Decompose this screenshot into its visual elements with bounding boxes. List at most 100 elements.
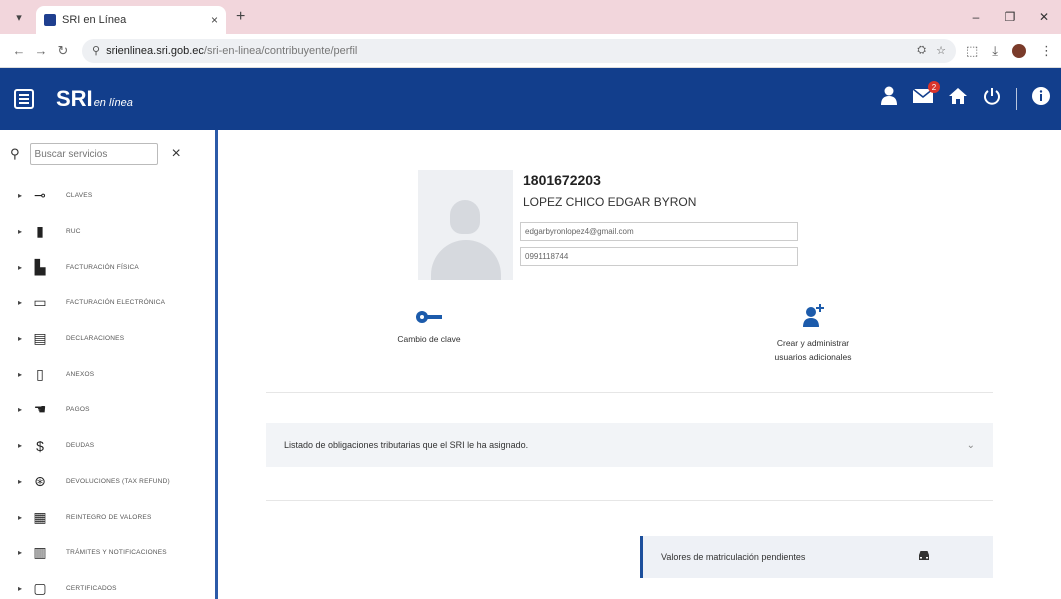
- search-input[interactable]: [29, 143, 158, 165]
- sidebar-item-label: PAGOS: [66, 406, 90, 414]
- caret-right-icon: ▸: [18, 476, 23, 486]
- money-stack-icon: ▦: [33, 508, 47, 525]
- minimize-button[interactable]: –: [959, 0, 993, 34]
- caret-right-icon: ▸: [18, 512, 23, 522]
- caret-right-icon: ▸: [18, 191, 23, 201]
- certificate-icon: ▢: [33, 579, 47, 596]
- sidebar-item-label: CLAVES: [66, 192, 93, 200]
- forward-arrow-icon[interactable]: →: [30, 43, 52, 58]
- printer-icon: ▙: [34, 258, 46, 275]
- profile-photo-placeholder: [418, 170, 513, 280]
- sidebar-search: ⚲ ×: [0, 130, 215, 178]
- add-user-icon: [738, 302, 888, 328]
- key-icon: ⊸: [34, 187, 46, 204]
- extensions-icon[interactable]: ⬚: [966, 43, 978, 59]
- pending-registration-card[interactable]: Valores de matriculación pendientes: [640, 536, 993, 578]
- close-window-button[interactable]: ✕: [1027, 0, 1061, 34]
- bookmark-star-icon[interactable]: ☆: [936, 44, 946, 57]
- back-arrow-icon[interactable]: ←: [8, 43, 30, 58]
- divider: [266, 500, 993, 501]
- sidebar-item[interactable]: ▸ ▭ FACTURACIÓN ELECTRÓNICA: [0, 285, 215, 321]
- document-icon: ▤: [33, 330, 47, 347]
- car-icon: [917, 550, 931, 565]
- new-tab-button[interactable]: +: [236, 8, 245, 26]
- url-path: /sri-en-linea/contribuyente/perfil: [203, 44, 358, 57]
- manage-users-button[interactable]: Crear y administrar usuarios adicionales: [738, 302, 888, 364]
- sri-favicon-icon: [44, 14, 56, 26]
- obligations-accordion[interactable]: Listado de obligaciones tributarias que …: [266, 423, 993, 467]
- sidebar-item-label: FACTURACIÓN FÍSICA: [66, 263, 139, 271]
- sidebar-item[interactable]: ▸ ☚ PAGOS: [0, 392, 215, 428]
- sri-header: SRIen línea 2: [0, 68, 1061, 130]
- info-icon[interactable]: [1031, 86, 1051, 112]
- profile-avatar-icon[interactable]: [1012, 43, 1026, 58]
- ruc-number: 1801672203: [523, 172, 601, 188]
- manage-users-label: Crear y administrar: [776, 338, 850, 348]
- window-controls: – ❐ ✕: [959, 0, 1061, 34]
- caret-right-icon: ▸: [18, 262, 23, 272]
- key-icon: [374, 310, 484, 324]
- taxpayer-name: LOPEZ CHICO EDGAR BYRON: [523, 195, 697, 209]
- change-password-button[interactable]: Cambio de clave: [374, 310, 484, 346]
- sidebar-item[interactable]: ▸ ⊛ DEVOLUCIONES (TAX REFUND): [0, 464, 215, 500]
- power-icon[interactable]: [982, 86, 1002, 112]
- divider: [266, 392, 993, 393]
- maximize-button[interactable]: ❐: [993, 0, 1027, 34]
- sidebar-item[interactable]: ▸ ▯ ANEXOS: [0, 356, 215, 392]
- dollar-icon: $: [36, 437, 44, 454]
- phone-field[interactable]: 0991118744: [520, 247, 798, 266]
- sidebar-item[interactable]: ▸ ▢ CERTIFICADOS: [0, 571, 215, 599]
- sidebar-item-label: RUC: [66, 228, 81, 236]
- mail-icon[interactable]: 2: [912, 81, 940, 111]
- chevron-down-icon[interactable]: ⌄: [967, 440, 975, 451]
- user-icon[interactable]: [880, 86, 898, 112]
- sidebar-item[interactable]: ▸ ▤ DECLARACIONES: [0, 321, 215, 357]
- close-icon[interactable]: ×: [172, 145, 181, 163]
- browser-tab[interactable]: SRI en Línea ×: [36, 6, 226, 34]
- laptop-icon: ▭: [33, 294, 47, 311]
- file-icon: ▯: [36, 365, 44, 382]
- address-bar-row: ← → ↻ ⚲ srienlinea.sri.gob.ec /sri-en-li…: [0, 34, 1061, 68]
- tab-title: SRI en Línea: [62, 14, 127, 26]
- manage-users-label-2: usuarios adicionales: [774, 352, 852, 362]
- obligations-label: Listado de obligaciones tributarias que …: [284, 440, 529, 450]
- url-host: srienlinea.sri.gob.ec: [106, 44, 204, 57]
- notebook-icon: ▥: [33, 544, 47, 561]
- home-icon[interactable]: [948, 87, 968, 111]
- caret-right-icon: ▸: [18, 441, 23, 451]
- building-icon: ▮: [36, 223, 44, 240]
- hamburger-menu-icon[interactable]: [14, 89, 34, 109]
- sidebar-item[interactable]: ▸ ⊸ CLAVES: [0, 178, 215, 214]
- sidebar-item-label: ANEXOS: [66, 370, 95, 378]
- caret-right-icon: ▸: [18, 583, 23, 593]
- download-icon[interactable]: ⤓: [992, 43, 998, 59]
- browser-tab-bar: ▾ SRI en Línea × + – ❐ ✕: [0, 0, 1061, 34]
- caret-right-icon: ▸: [18, 334, 23, 344]
- caret-right-icon: ▸: [18, 227, 23, 237]
- profile-content: 1801672203 LOPEZ CHICO EDGAR BYRON edgar…: [218, 130, 1061, 599]
- site-info-icon[interactable]: ⚲: [92, 44, 100, 57]
- main-area: ⚲ × ▸ ⊸ CLAVES ▸ ▮ RUC ▸ ▙ FACTURACIÓN FÍSICA ▸ ▭ F…: [0, 130, 1061, 599]
- sidebar-item[interactable]: ▸ ▮ RUC: [0, 214, 215, 250]
- sidebar-item-label: REINTEGRO DE VALORES: [66, 513, 152, 521]
- url-input[interactable]: ⚲ srienlinea.sri.gob.ec /sri-en-linea/co…: [82, 38, 956, 63]
- change-password-label: Cambio de clave: [397, 334, 461, 344]
- sidebar-item[interactable]: ▸ ▦ REINTEGRO DE VALORES: [0, 499, 215, 535]
- email-field[interactable]: edgarbyronlopez4@gmail.com: [520, 222, 798, 241]
- caret-right-icon: ▸: [18, 298, 23, 308]
- search-icon: ⚲: [10, 146, 20, 161]
- sidebar-item[interactable]: ▸ ▙ FACTURACIÓN FÍSICA: [0, 249, 215, 285]
- hand-money-icon: ☚: [33, 401, 47, 418]
- header-separator: [1016, 88, 1017, 110]
- translate-icon[interactable]: ⛭: [917, 44, 926, 57]
- browser-menu-icon[interactable]: ⋮: [1040, 43, 1053, 59]
- sidebar-item-label: DEVOLUCIONES (TAX REFUND): [66, 477, 170, 485]
- tab-close-icon[interactable]: ×: [211, 13, 218, 27]
- sidebar-item-label: DECLARACIONES: [66, 335, 125, 343]
- reload-icon[interactable]: ↻: [52, 43, 74, 59]
- sidebar-item[interactable]: ▸ $ DEUDAS: [0, 428, 215, 464]
- sidebar-item[interactable]: ▸ ▥ TRÁMITES Y NOTIFICACIONES: [0, 535, 215, 571]
- sri-logo[interactable]: SRIen línea: [56, 86, 133, 112]
- tab-search-icon[interactable]: ▾: [8, 6, 30, 28]
- sidebar-item-label: FACTURACIÓN ELECTRÓNICA: [66, 299, 166, 307]
